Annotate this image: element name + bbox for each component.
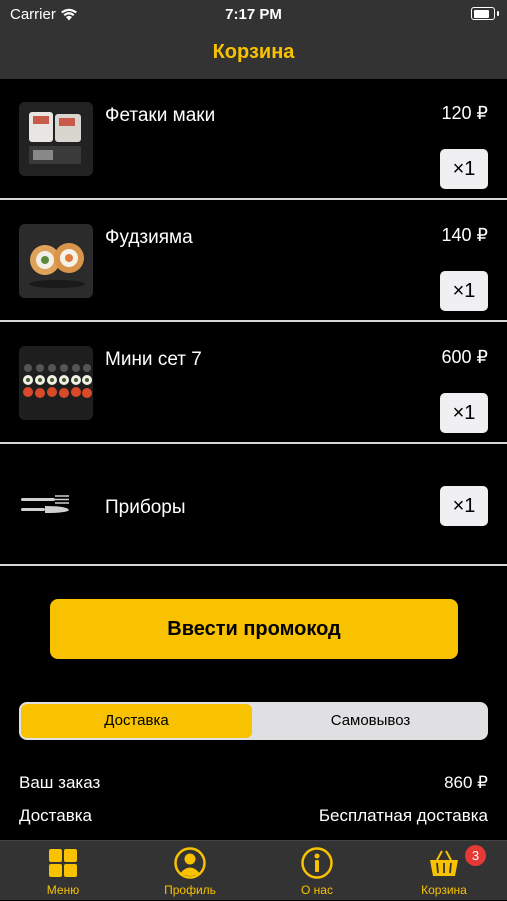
delivery-row: Доставка Бесплатная доставка	[19, 806, 488, 826]
page-title: Корзина	[212, 41, 295, 63]
cutlery-label: Приборы	[105, 497, 186, 518]
cutlery-row[interactable]: Приборы ×1	[0, 445, 507, 566]
item-price: 140 ₽	[441, 225, 489, 245]
item-name: Фетаки маки	[105, 105, 216, 126]
tab-bar: Меню Профиль О нас 3 Корзина	[0, 840, 507, 900]
status-time: 7:17 PM	[225, 6, 282, 23]
cart-item[interactable]: Фетаки маки 120 ₽ ×1	[0, 79, 507, 200]
product-image	[19, 224, 93, 298]
cart-item[interactable]: Фудзияма 140 ₽ ×1	[0, 201, 507, 322]
basket-icon	[430, 850, 458, 876]
segment-pickup[interactable]: Самовывоз	[255, 704, 486, 738]
product-image	[19, 102, 93, 176]
info-icon	[301, 847, 333, 879]
cutlery-icon	[19, 493, 71, 517]
item-price: 600 ₽	[441, 347, 489, 367]
cart-item[interactable]: Мини сет 7 600 ₽ ×1	[0, 323, 507, 444]
navigation-bar: Корзина	[0, 30, 507, 79]
quantity-button[interactable]: ×1	[440, 271, 488, 311]
order-total-row: Ваш заказ 860 ₽	[19, 773, 488, 793]
cutlery-quantity-button[interactable]: ×1	[440, 486, 488, 526]
tab-profile-label: Профиль	[164, 883, 216, 897]
tab-menu-label: Меню	[46, 883, 80, 897]
delivery-value: Бесплатная доставка	[318, 806, 488, 825]
delivery-label: Доставка	[19, 806, 93, 825]
order-total-label: Ваш заказ	[19, 773, 101, 792]
quantity-button[interactable]: ×1	[440, 149, 488, 189]
tab-about-label: О нас	[301, 883, 333, 897]
item-name: Фудзияма	[105, 227, 193, 248]
tab-cart-label: Корзина	[421, 883, 467, 897]
segment-delivery[interactable]: Доставка	[21, 704, 252, 738]
battery-level	[473, 9, 489, 18]
delivery-toggle: Доставка Самовывоз	[19, 702, 488, 740]
product-image	[19, 346, 93, 420]
cart-count-badge: 3	[465, 845, 486, 866]
tab-profile[interactable]: Профиль	[127, 841, 253, 901]
order-total-value: 860 ₽	[444, 773, 488, 792]
promo-code-button[interactable]: Ввести промокод	[50, 599, 458, 659]
battery-icon	[471, 7, 499, 20]
quantity-button[interactable]: ×1	[440, 393, 488, 433]
item-name: Мини сет 7	[105, 349, 202, 370]
status-bar: Carrier 7:17 PM	[0, 0, 507, 30]
profile-icon	[174, 847, 206, 879]
tab-about[interactable]: О нас	[254, 841, 380, 901]
tab-cart[interactable]: 3 Корзина	[381, 841, 507, 901]
item-price: 120 ₽	[441, 103, 489, 123]
grid-icon	[49, 849, 77, 877]
tab-menu[interactable]: Меню	[0, 841, 126, 901]
